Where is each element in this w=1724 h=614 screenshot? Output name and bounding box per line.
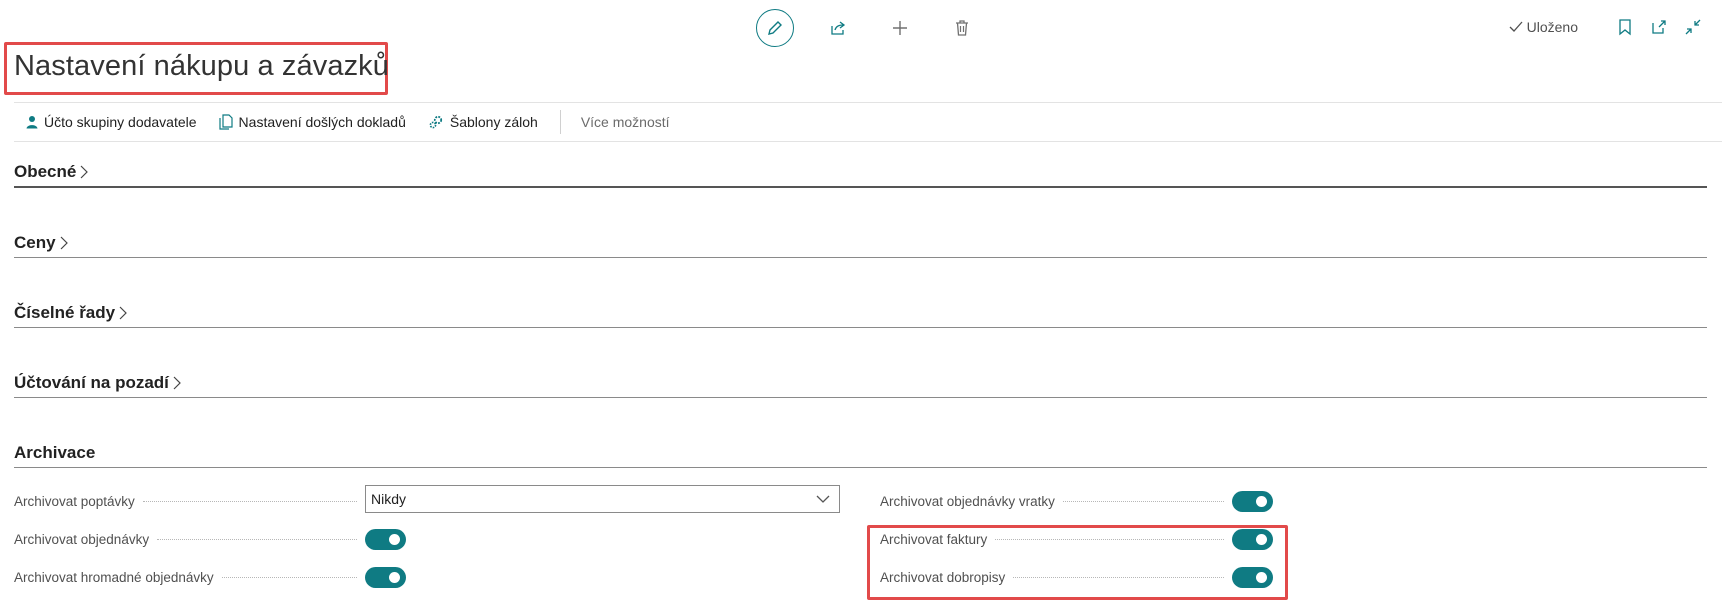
section-prices: Ceny [14, 228, 1707, 258]
chevron-right-icon [119, 306, 127, 320]
archive-return-orders-toggle[interactable] [1232, 491, 1273, 512]
action-bar: Účto skupiny dodavatele Nastavení došlýc… [14, 102, 1722, 142]
action-divider [559, 110, 561, 134]
section-archiving-title: Archivace [14, 443, 96, 462]
collapse-icon [1685, 19, 1701, 35]
chevron-right-icon [80, 165, 89, 179]
checkmark-icon [1509, 21, 1523, 32]
section-general-header[interactable]: Obecné [14, 162, 89, 182]
saved-status: Uloženo [1509, 19, 1578, 35]
incoming-documents-setup-label: Nastavení došlých dokladů [238, 114, 406, 130]
share-button[interactable] [820, 10, 856, 46]
section-number-series-header[interactable]: Číselné řady [14, 303, 127, 323]
archive-blanket-orders-toggle[interactable] [365, 567, 406, 588]
vendor-posting-groups-action[interactable]: Účto skupiny dodavatele [26, 114, 197, 130]
chevron-right-icon [173, 376, 181, 390]
archive-quotes-field: Archivovat poptávky [14, 488, 365, 514]
archive-orders-label: Archivovat objednávky [14, 531, 150, 547]
incoming-documents-setup-action[interactable]: Nastavení došlých dokladů [218, 114, 406, 130]
archive-return-orders-label: Archivovat objednávky vratky [880, 493, 1055, 509]
edit-button[interactable] [756, 9, 794, 47]
plus-icon [893, 21, 907, 35]
delete-button[interactable] [944, 10, 980, 46]
chevron-down-icon [816, 495, 830, 503]
archive-blanket-orders-field: Archivovat hromadné objednávky [14, 564, 365, 590]
archive-return-orders-field: Archivovat objednávky vratky [880, 488, 1232, 514]
saved-label: Uloženo [1526, 19, 1578, 35]
page-title: Nastavení nákupu a závazků [14, 50, 389, 82]
section-number-series: Číselné řady [14, 298, 1707, 328]
advance-templates-action[interactable]: Šablony záloh [428, 114, 538, 130]
person-icon [26, 116, 38, 129]
pencil-icon [768, 21, 782, 35]
section-prices-title: Ceny [14, 233, 56, 252]
collapse-button[interactable] [1676, 9, 1710, 45]
archive-orders-field: Archivovat objednávky [14, 526, 365, 552]
more-options-action[interactable]: Více možností [581, 114, 670, 130]
section-number-series-title: Číselné řady [14, 303, 116, 322]
chevron-right-icon [60, 236, 68, 250]
page-status-actions: Uloženo [1509, 10, 1710, 44]
share-icon [831, 21, 846, 35]
advance-templates-label: Šablony záloh [449, 114, 538, 130]
trash-icon [956, 20, 968, 36]
archive-blanket-orders-label: Archivovat hromadné objednávky [14, 569, 214, 585]
page-toolbar [756, 8, 980, 48]
archive-orders-toggle[interactable] [365, 529, 406, 550]
vendor-posting-groups-label: Účto skupiny dodavatele [44, 114, 197, 130]
archive-quotes-label: Archivovat poptávky [14, 493, 135, 509]
section-general-title: Obecné [14, 162, 77, 181]
gears-icon [429, 115, 442, 129]
open-new-window-button[interactable] [1642, 9, 1676, 45]
section-prices-header[interactable]: Ceny [14, 233, 68, 253]
section-archiving-header[interactable]: Archivace [14, 443, 95, 463]
invoices-credit-memos-highlight [867, 525, 1288, 600]
archive-quotes-select[interactable]: Nikdy [365, 485, 840, 513]
section-general: Obecné [14, 157, 1707, 188]
section-background-posting: Účtování na pozadí [14, 368, 1707, 398]
section-archiving: Archivace [14, 438, 1707, 468]
section-background-posting-title: Účtování na pozadí [14, 373, 169, 392]
archive-quotes-value: Nikdy [371, 491, 407, 507]
open-new-window-icon [1652, 20, 1666, 34]
bookmark-button[interactable] [1608, 9, 1642, 45]
section-background-posting-header[interactable]: Účtování na pozadí [14, 373, 181, 393]
document-copy-icon [218, 114, 233, 130]
bookmark-icon [1619, 19, 1631, 36]
new-button[interactable] [882, 10, 918, 46]
